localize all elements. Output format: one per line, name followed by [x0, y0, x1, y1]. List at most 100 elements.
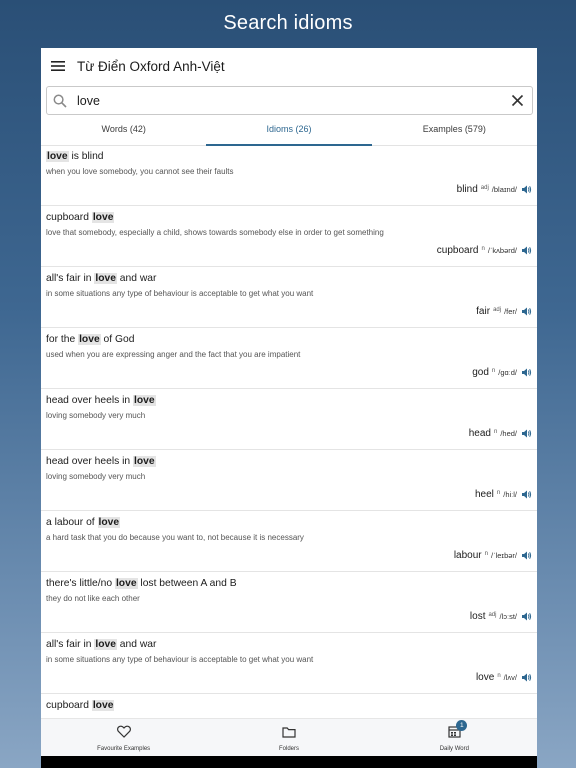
- tab-words[interactable]: Words (42): [41, 117, 206, 145]
- pronunciation: /hed/: [500, 429, 517, 438]
- page-banner-title: Search idioms: [223, 12, 353, 34]
- idiom-definition: they do not like each other: [46, 594, 140, 603]
- bottom-navigation: Favourite Examples Folders 1 Daily Word: [41, 718, 537, 757]
- search-term-highlight: love: [133, 456, 156, 467]
- search-term-highlight: love: [91, 212, 115, 223]
- nav-label: Daily Word: [439, 746, 469, 752]
- part-of-speech: n: [491, 368, 496, 374]
- headword-text: head: [468, 428, 491, 439]
- pronunciation: /ˈkʌbərd/: [487, 246, 517, 255]
- idiom-definition: loving somebody very much: [46, 411, 146, 420]
- idiom-definition: used when you are expressing anger and t…: [46, 350, 301, 359]
- speaker-icon[interactable]: [521, 245, 532, 256]
- headword-text: love: [475, 672, 495, 683]
- speaker-icon[interactable]: [521, 489, 532, 500]
- speaker-icon[interactable]: [521, 428, 532, 439]
- clear-search-icon[interactable]: [511, 94, 524, 107]
- search-input[interactable]: [77, 93, 497, 108]
- headword: head n/hed/: [469, 428, 532, 439]
- pronunciation: /ɡɑːd/: [498, 368, 517, 377]
- headword: fair adj/fer/: [476, 306, 532, 317]
- list-item[interactable]: all's fair in love and war in some situa…: [41, 267, 537, 328]
- idiom-phrase: for the love of God: [46, 334, 135, 345]
- list-item[interactable]: head over heels in love loving somebody …: [41, 450, 537, 511]
- idiom-phrase: cupboard love: [46, 700, 115, 711]
- speaker-icon[interactable]: [521, 672, 532, 683]
- pronunciation: /blaɪnd/: [491, 185, 517, 194]
- search-term-highlight: love: [114, 578, 138, 589]
- idiom-results-list: love is blind when you love somebody, yo…: [41, 145, 537, 755]
- speaker-icon[interactable]: [521, 184, 532, 195]
- headword: cupboard n/ˈkʌbərd/: [437, 245, 532, 256]
- results-tabs: Words (42) Idioms (26) Examples (579): [41, 117, 537, 146]
- search-term-highlight: love: [46, 151, 69, 162]
- idiom-phrase: there's little/no love lost between A an…: [46, 578, 237, 589]
- part-of-speech: adj: [480, 185, 489, 191]
- list-item[interactable]: all's fair in love and war in some situa…: [41, 633, 537, 694]
- search-term-highlight: love: [97, 517, 121, 528]
- speaker-icon[interactable]: [521, 306, 532, 317]
- headword: love n/lʌv/: [476, 672, 532, 683]
- part-of-speech: n: [484, 551, 488, 557]
- device-bottom-bar: [41, 756, 537, 768]
- pronunciation: /ˈleɪbər/: [490, 551, 517, 560]
- part-of-speech: adj: [488, 612, 497, 618]
- idiom-definition: loving somebody very much: [46, 472, 146, 481]
- headword-text: god: [472, 367, 489, 378]
- pronunciation: /lʌv/: [503, 673, 517, 682]
- hamburger-menu-icon[interactable]: [51, 58, 67, 74]
- list-item[interactable]: cupboard love love that somebody, especi…: [41, 206, 537, 267]
- idiom-phrase: cupboard love: [46, 212, 115, 223]
- search-box[interactable]: [46, 86, 533, 115]
- speaker-icon[interactable]: [521, 611, 532, 622]
- app-bar: Từ Điển Oxford Anh-Việt: [41, 48, 537, 84]
- folder-icon: [282, 725, 296, 743]
- idiom-definition: when you love somebody, you cannot see t…: [46, 167, 234, 176]
- nav-daily-word[interactable]: 1 Daily Word: [372, 719, 537, 757]
- nav-label: Favourite Examples: [97, 746, 151, 752]
- search-term-highlight: love: [133, 395, 156, 406]
- headword-text: heel: [474, 489, 494, 500]
- search-term-highlight: love: [94, 273, 117, 284]
- notification-badge: 1: [456, 720, 468, 731]
- list-item[interactable]: a labour of love a hard task that you do…: [41, 511, 537, 572]
- idiom-phrase: love is blind: [46, 151, 104, 162]
- headword-text: lost: [469, 611, 486, 622]
- headword-text: fair: [476, 306, 491, 317]
- pronunciation: /lɔːst/: [499, 612, 517, 621]
- headword: lost adj/lɔːst/: [470, 611, 532, 622]
- part-of-speech: n: [496, 490, 501, 496]
- part-of-speech: adj: [493, 307, 502, 313]
- heart-icon: [116, 725, 131, 743]
- headword: labour n/ˈleɪbər/: [454, 550, 532, 561]
- idiom-phrase: head over heels in love: [46, 395, 156, 406]
- headword-text: cupboard: [436, 245, 479, 256]
- tab-examples[interactable]: Examples (579): [372, 117, 537, 145]
- part-of-speech: n: [497, 673, 501, 679]
- idiom-definition: in some situations any type of behaviour…: [46, 289, 314, 298]
- list-item[interactable]: there's little/no love lost between A an…: [41, 572, 537, 633]
- speaker-icon[interactable]: [521, 367, 532, 378]
- part-of-speech: n: [481, 246, 485, 252]
- pronunciation: /hiːl/: [503, 490, 517, 499]
- nav-label: Folders: [278, 746, 299, 752]
- tab-idioms[interactable]: Idioms (26): [206, 117, 372, 146]
- headword: god n/ɡɑːd/: [472, 367, 532, 378]
- idiom-phrase: all's fair in love and war: [46, 639, 157, 650]
- nav-folders[interactable]: Folders: [206, 719, 371, 757]
- list-item[interactable]: for the love of God used when you are ex…: [41, 328, 537, 389]
- headword-text: blind: [456, 184, 478, 195]
- idiom-definition: in some situations any type of behaviour…: [46, 655, 314, 664]
- list-item[interactable]: love is blind when you love somebody, yo…: [41, 145, 537, 206]
- pronunciation: /fer/: [504, 307, 517, 316]
- idiom-phrase: all's fair in love and war: [46, 273, 157, 284]
- part-of-speech: n: [493, 429, 498, 435]
- headword: blind adj/blaɪnd/: [457, 184, 532, 195]
- idiom-phrase: head over heels in love: [46, 456, 156, 467]
- speaker-icon[interactable]: [521, 550, 532, 561]
- nav-favourite-examples[interactable]: Favourite Examples: [41, 719, 206, 757]
- search-term-highlight: love: [94, 639, 117, 650]
- list-item[interactable]: head over heels in love loving somebody …: [41, 389, 537, 450]
- headword: heel n/hiːl/: [475, 489, 532, 500]
- idiom-phrase: a labour of love: [46, 517, 121, 528]
